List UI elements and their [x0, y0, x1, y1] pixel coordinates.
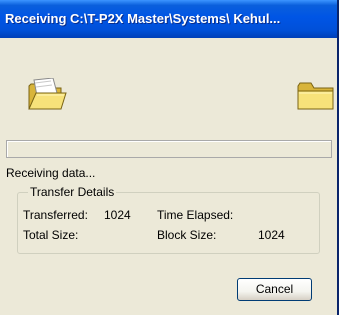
window-title: Receiving C:\T-P2X Master\Systems\ Kehul…: [5, 11, 281, 26]
transfer-details-group: Transfer Details Transferred: 1024 Time …: [17, 185, 320, 254]
transfer-details-title: Transfer Details: [28, 185, 117, 199]
cancel-button[interactable]: Cancel: [237, 278, 312, 301]
block-size-value: 1024: [258, 228, 285, 242]
transfer-dialog: Receiving C:\T-P2X Master\Systems\ Kehul…: [0, 0, 339, 315]
block-size-label: Block Size:: [157, 228, 217, 242]
open-folder-icon: [27, 78, 67, 112]
status-text: Receiving data...: [6, 166, 96, 180]
title-bar[interactable]: Receiving C:\T-P2X Master\Systems\ Kehul…: [0, 0, 337, 38]
time-elapsed-label: Time Elapsed:: [157, 208, 234, 222]
closed-folder-icon: [296, 80, 336, 112]
transferred-label: Transferred:: [23, 208, 88, 222]
total-size-label: Total Size:: [23, 228, 79, 242]
progress-bar: [6, 140, 332, 158]
transferred-value: 1024: [104, 208, 131, 222]
